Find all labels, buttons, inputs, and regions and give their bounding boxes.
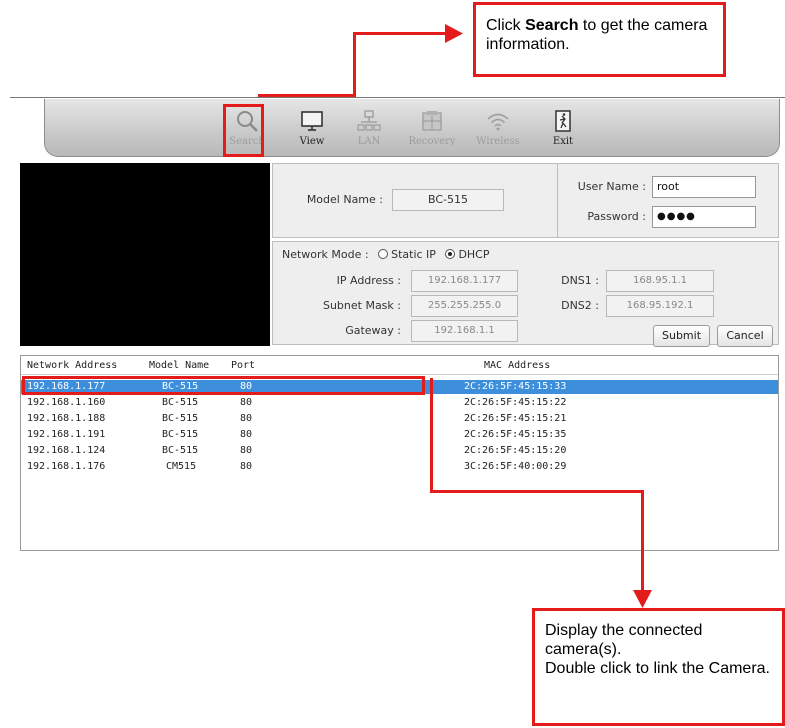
camera-list-header: Network Address Model Name Port MAC Addr…: [21, 356, 778, 375]
model-name-field: BC-515: [392, 189, 504, 211]
dhcp-label: DHCP: [458, 248, 490, 261]
wifi-icon: [487, 113, 509, 131]
header-port[interactable]: Port: [231, 360, 255, 371]
toolbar-recovery-button[interactable]: Recovery: [404, 99, 460, 155]
row-mac: 2C:26:5F:45:15:35: [464, 429, 567, 440]
callout-arrow-horizontal: [430, 490, 644, 493]
gateway-label: Gateway :: [345, 324, 401, 337]
monitor-icon: [301, 111, 323, 131]
dns2-label: DNS2 :: [561, 299, 599, 312]
row-mac: 2C:26:5F:45:15:20: [464, 445, 567, 456]
toolbar-exit-label: Exit: [552, 136, 574, 147]
camera-row[interactable]: 192.168.1.188 BC-515 80 2C:26:5F:45:15:2…: [21, 412, 778, 426]
static-ip-radio[interactable]: [378, 249, 389, 259]
toolbar-lan-label: LAN: [357, 136, 381, 147]
gateway-field: 192.168.1.1: [411, 320, 518, 342]
callout-text-bold: Search: [525, 17, 579, 34]
callout-arrow-vertical-top: [353, 34, 356, 97]
dns1-field: 168.95.1.1: [606, 270, 714, 292]
callout-bottom-line2: Double click to link the Camera.: [545, 660, 770, 677]
row-port: 80: [240, 445, 253, 456]
recovery-icon: [422, 111, 442, 131]
row-model: BC-515: [162, 429, 199, 440]
callout-bottom-line1: Display the connected camera(s).: [545, 622, 703, 658]
model-panel: Model Name : BC-515 User Name : root Pas…: [272, 163, 779, 238]
selected-row-highlight: [22, 376, 425, 395]
dns2-field: 168.95.192.1: [606, 295, 714, 317]
list-callout: Display the connected camera(s). Double …: [532, 608, 785, 726]
row-port: 80: [240, 397, 253, 408]
toolbar-view-label: View: [299, 136, 325, 147]
network-panel: Network Mode : Static IP DHCP IP Address…: [272, 241, 779, 347]
camera-row[interactable]: 192.168.1.191 BC-515 80 2C:26:5F:45:15:3…: [21, 428, 778, 442]
callout-text-pre: Click: [486, 17, 526, 34]
callout-arrow-vertical-1: [430, 378, 433, 492]
submit-button[interactable]: Submit: [653, 325, 710, 347]
subnet-mask-label: Subnet Mask :: [322, 299, 401, 312]
row-mac: 2C:26:5F:45:15:21: [464, 413, 567, 424]
header-mac-address[interactable]: MAC Address: [484, 360, 550, 371]
row-port: 80: [240, 413, 253, 424]
row-model: BC-515: [162, 445, 199, 456]
row-model: BC-515: [162, 413, 199, 424]
dns1-label: DNS1 :: [561, 274, 599, 287]
row-ip: 192.168.1.188: [27, 413, 106, 424]
callout-arrow-vertical-2: [641, 490, 644, 593]
network-mode-row: Network Mode : Static IP DHCP: [282, 248, 490, 261]
camera-row[interactable]: 192.168.1.160 BC-515 80 2C:26:5F:45:15:2…: [21, 396, 778, 410]
row-mac: 3C:26:5F:40:00:29: [464, 461, 567, 472]
row-ip: 192.168.1.191: [27, 429, 106, 440]
toolbar-view-button[interactable]: View: [284, 99, 340, 155]
row-port: 80: [240, 429, 253, 440]
toolbar-recovery-label: Recovery: [408, 136, 456, 147]
row-port: 80: [240, 461, 253, 472]
camera-row[interactable]: 192.168.1.176 CM515 80 3C:26:5F:40:00:29: [21, 460, 778, 474]
search-button-highlight: [223, 104, 264, 157]
cancel-button[interactable]: Cancel: [717, 325, 773, 347]
row-ip: 192.168.1.124: [27, 445, 106, 456]
camera-row[interactable]: 192.168.1.124 BC-515 80 2C:26:5F:45:15:2…: [21, 444, 778, 458]
arrowhead-bottom: [633, 590, 652, 608]
user-name-input[interactable]: root: [652, 176, 756, 198]
subnet-mask-field: 255.255.255.0: [411, 295, 518, 317]
network-mode-label: Network Mode :: [282, 248, 369, 261]
row-model: CM515: [166, 461, 197, 472]
row-ip: 192.168.1.160: [27, 397, 106, 408]
toolbar-wireless-label: Wireless: [476, 136, 520, 147]
header-model-name[interactable]: Model Name: [149, 360, 209, 371]
video-preview: [20, 163, 270, 346]
app-window-edge: [10, 97, 785, 98]
row-mac: 2C:26:5F:45:15:33: [464, 381, 567, 392]
static-ip-label: Static IP: [391, 248, 436, 261]
dhcp-radio[interactable]: [445, 249, 456, 259]
toolbar-wireless-button[interactable]: Wireless: [470, 99, 526, 155]
ip-address-label: IP Address :: [336, 274, 401, 287]
row-model: BC-515: [162, 397, 199, 408]
exit-icon: [555, 110, 571, 132]
user-name-label: User Name :: [577, 180, 646, 193]
row-ip: 192.168.1.176: [27, 461, 106, 472]
toolbar-exit-button[interactable]: Exit: [535, 99, 591, 155]
password-input[interactable]: ●●●●: [652, 206, 756, 228]
callout-arrow-horizontal-top: [353, 32, 448, 35]
row-mac: 2C:26:5F:45:15:22: [464, 397, 567, 408]
arrowhead-top: [445, 24, 463, 43]
toolbar: Search View LAN Recovery Wireless Exit: [44, 99, 780, 157]
password-label: Password :: [587, 210, 646, 223]
model-name-label: Model Name :: [306, 193, 383, 206]
header-network-address[interactable]: Network Address: [27, 360, 117, 371]
lan-icon: [357, 110, 381, 131]
search-callout: Click Search to get the camera informati…: [473, 2, 726, 77]
toolbar-lan-button[interactable]: LAN: [341, 99, 397, 155]
ip-address-field: 192.168.1.177: [411, 270, 518, 292]
